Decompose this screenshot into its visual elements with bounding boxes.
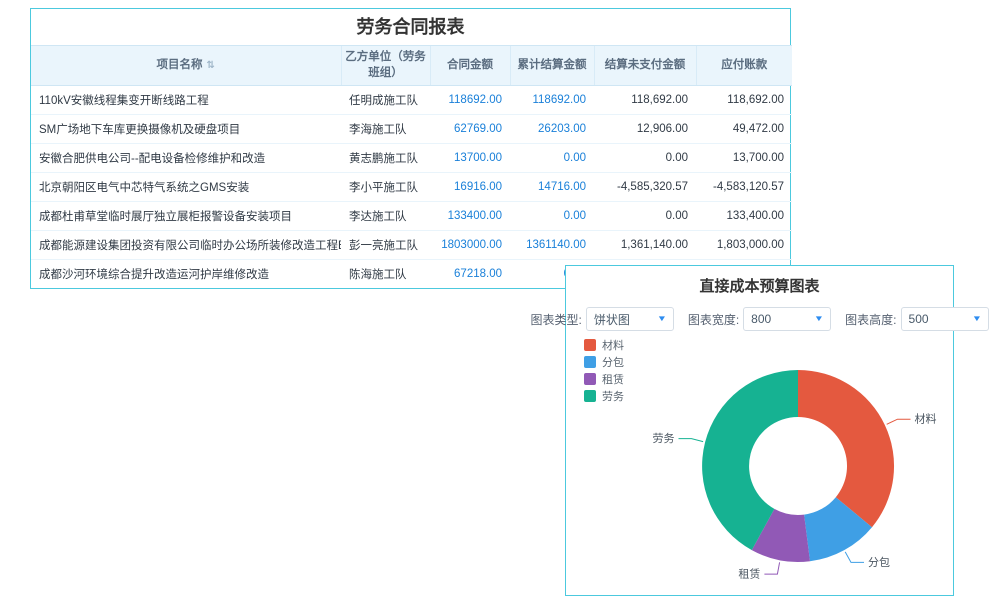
unit-cell: 李达施工队 [341,202,430,231]
labor-contract-report-card: 劳务合同报表 项目名称 ⇅ 乙方单位（劳务班组） 合同金额 累计结算金额 结算未支付金额 应… [30,8,791,289]
column-header: 累计结算金额 [510,46,594,86]
legend-item[interactable]: 租赁 [584,370,624,387]
pie-label-line [764,562,779,574]
table-row: 成都杜甫草堂临时展厅独立展柜报警设备安装项目李达施工队133400.000.00… [31,202,792,231]
project-name-link[interactable]: 成都杜甫草堂临时展厅独立展柜报警设备安装项目 [31,202,341,231]
column-header-label: 累计结算金额 [518,59,587,71]
unit-cell: 李海施工队 [341,115,430,144]
legend-item[interactable]: 分包 [584,353,624,370]
amount-cell: 1803000.00 [430,231,510,260]
amount-cell: 1,361,140.00 [594,231,696,260]
unit-cell: 陈海施工队 [341,260,430,289]
project-name-link[interactable]: 安徽合肥供电公司--配电设备检修维护和改造 [31,144,341,173]
legend-label: 租赁 [602,371,624,387]
table-row: 110kV安徽线程集变开断线路工程任明成施工队118692.00118692.0… [31,86,792,115]
legend-swatch [584,390,596,402]
amount-cell: 0.00 [594,144,696,173]
legend-item[interactable]: 劳务 [584,387,624,404]
legend-label: 材料 [602,337,624,353]
amount-cell: 133,400.00 [696,202,792,231]
chart-area: 材料分包租赁劳务 材料分包租赁劳务 [566,326,953,595]
column-header-label: 项目名称 [157,59,203,71]
amount-cell: 1,803,000.00 [696,231,792,260]
control-label: 图表宽度: [688,311,739,328]
project-name-link[interactable]: 成都沙河环境综合提升改造运河护岸维修改造 [31,260,341,289]
unit-cell: 李小平施工队 [341,173,430,202]
pie-slice-label: 劳务 [653,432,675,445]
project-name-link[interactable]: 110kV安徽线程集变开断线路工程 [31,86,341,115]
amount-cell: 0.00 [510,144,594,173]
control-label: 图表类型: [530,311,581,328]
amount-cell: 13,700.00 [696,144,792,173]
column-header: 合同金额 [430,46,510,86]
amount-cell: 0.00 [510,202,594,231]
unit-cell: 黄志鹏施工队 [341,144,430,173]
report-table: 项目名称 ⇅ 乙方单位（劳务班组） 合同金额 累计结算金额 结算未支付金额 应付账款 110… [31,45,792,288]
project-name-link[interactable]: 成都能源建设集团投资有限公司临时办公场所装修改造工程EPC [31,231,341,260]
pie-label-line [845,552,864,563]
table-row: 安徽合肥供电公司--配电设备检修维护和改造黄志鹏施工队13700.000.000… [31,144,792,173]
chevron-down-icon: ▼ [814,315,824,323]
amount-cell: 26203.00 [510,115,594,144]
control-label: 图表高度: [845,311,896,328]
legend-swatch [584,373,596,385]
amount-cell: 14716.00 [510,173,594,202]
column-header[interactable]: 项目名称 ⇅ [31,46,341,86]
unit-cell: 任明成施工队 [341,86,430,115]
pie-slice-label: 租赁 [738,567,760,581]
legend-swatch [584,339,596,351]
cost-budget-chart-panel: 直接成本预算图表 图表类型:饼状图▼图表宽度:800▼图表高度:500▼ 材料分… [565,265,954,596]
pie-label-line [887,419,911,424]
select-value: 饼状图 [594,311,630,328]
amount-cell: 12,906.00 [594,115,696,144]
amount-cell: 118,692.00 [594,86,696,115]
amount-cell: -4,583,120.57 [696,173,792,202]
legend-item[interactable]: 材料 [584,336,624,353]
amount-cell: 13700.00 [430,144,510,173]
pie-slice[interactable] [798,370,894,527]
legend-label: 劳务 [602,388,624,404]
unit-cell: 彭一亮施工队 [341,231,430,260]
pie-slice-label: 分包 [868,556,890,569]
amount-cell: 0.00 [594,202,696,231]
amount-cell: 16916.00 [430,173,510,202]
project-name-link[interactable]: 北京朝阳区电气中芯特气系统之GMS安装 [31,173,341,202]
sort-icon[interactable]: ⇅ [207,60,215,71]
select-value: 800 [751,312,771,326]
chevron-down-icon: ▼ [971,315,981,323]
pie-slice-label: 材料 [915,412,937,426]
donut-chart: 材料分包租赁劳务 [566,326,953,595]
amount-cell: 62769.00 [430,115,510,144]
legend-swatch [584,356,596,368]
amount-cell: 133400.00 [430,202,510,231]
amount-cell: 118,692.00 [696,86,792,115]
column-header: 结算未支付金额 [594,46,696,86]
column-header-label: 结算未支付金额 [605,59,686,71]
amount-cell: 118692.00 [430,86,510,115]
amount-cell: 49,472.00 [696,115,792,144]
amount-cell: 67218.00 [430,260,510,289]
amount-cell: 1361140.00 [510,231,594,260]
amount-cell: -4,585,320.57 [594,173,696,202]
report-title: 劳务合同报表 [31,9,790,45]
table-row: 北京朝阳区电气中芯特气系统之GMS安装李小平施工队16916.0014716.0… [31,173,792,202]
chevron-down-icon: ▼ [657,315,667,323]
column-header-label: 乙方单位（劳务班组） [345,51,426,79]
chart-title: 直接成本预算图表 [566,275,953,296]
legend-label: 分包 [602,354,624,370]
table-row: SM广场地下车库更换摄像机及硬盘项目李海施工队62769.0026203.001… [31,115,792,144]
column-header: 乙方单位（劳务班组） [341,46,430,86]
amount-cell: 118692.00 [510,86,594,115]
table-row: 成都能源建设集团投资有限公司临时办公场所装修改造工程EPC彭一亮施工队18030… [31,231,792,260]
select-value: 500 [909,312,929,326]
column-header: 应付账款 [696,46,792,86]
column-header-label: 合同金额 [447,59,493,71]
project-name-link[interactable]: SM广场地下车库更换摄像机及硬盘项目 [31,115,341,144]
pie-label-line [679,439,704,442]
chart-legend: 材料分包租赁劳务 [584,336,624,404]
column-header-label: 应付账款 [721,59,767,71]
